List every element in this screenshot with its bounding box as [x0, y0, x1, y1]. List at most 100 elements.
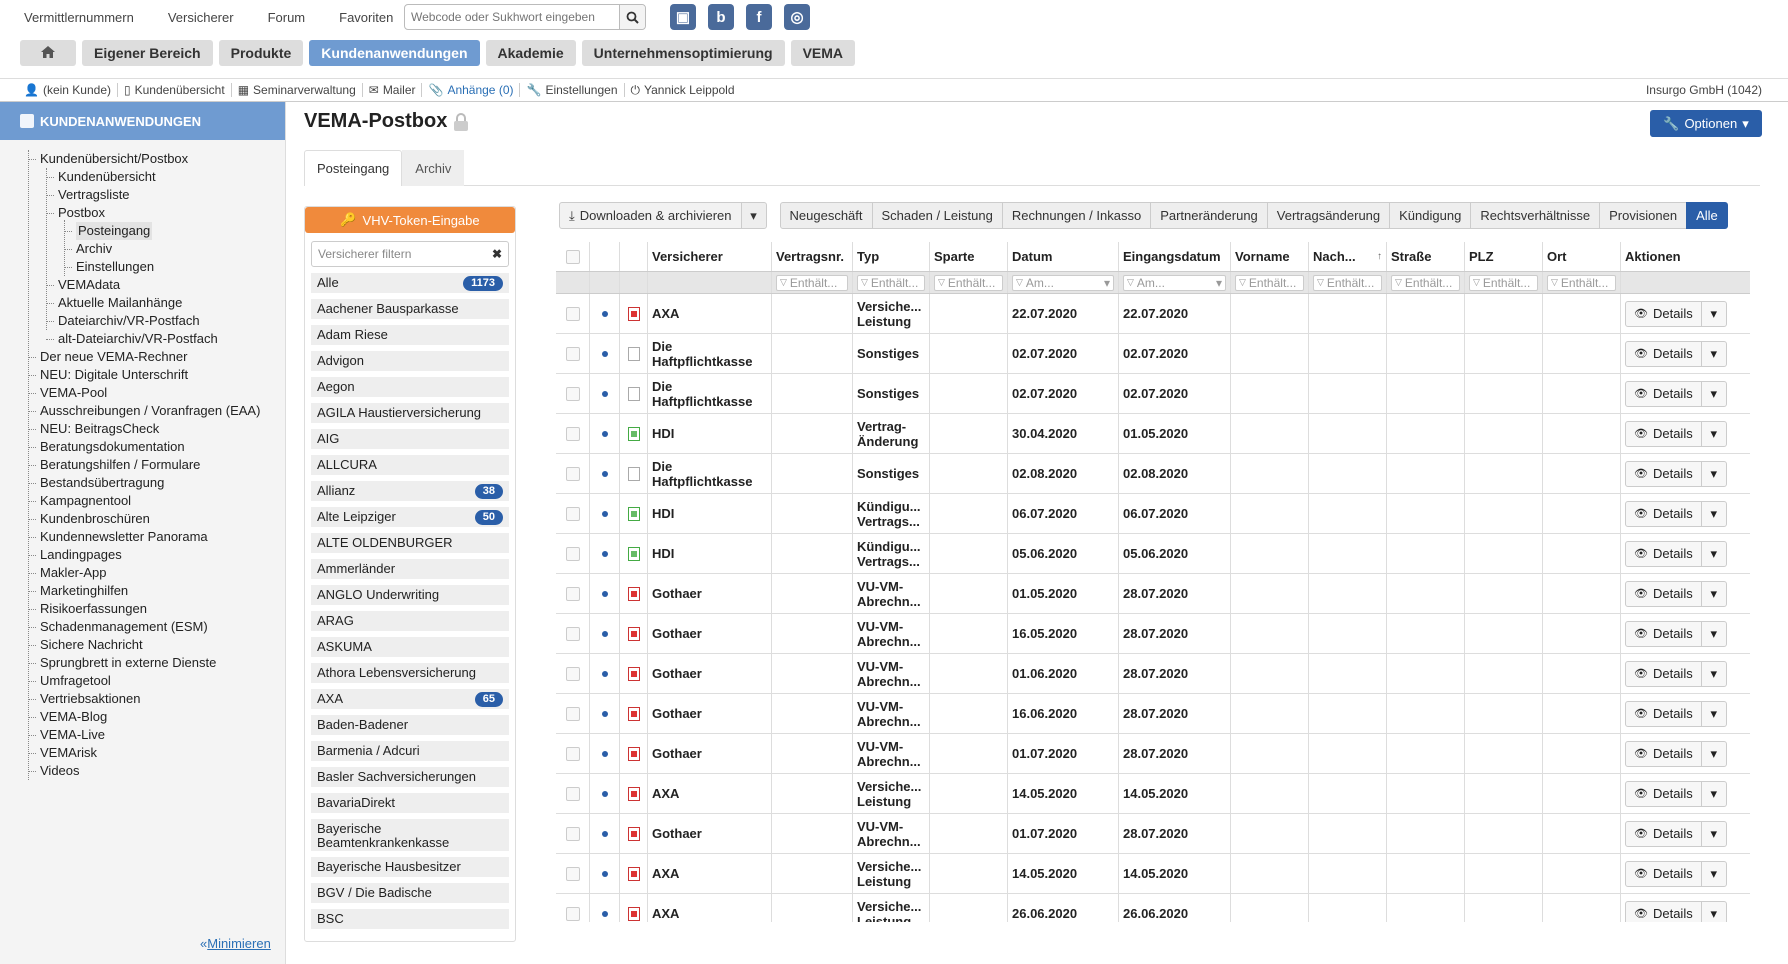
- insurer-filter-item[interactable]: ALLCURA: [311, 455, 509, 477]
- column-filter-input[interactable]: ▽ Enthält...: [1313, 274, 1382, 291]
- facebook-icon[interactable]: f: [746, 4, 772, 30]
- insurer-filter-item[interactable]: Aachener Bausparkasse: [311, 299, 509, 321]
- insurer-filter-item[interactable]: Aegon: [311, 377, 509, 399]
- sidebar-tree-item[interactable]: Kundenübersicht/Postbox: [28, 150, 285, 168]
- insurer-filter-item[interactable]: AGILA Haustierversicherung: [311, 403, 509, 425]
- insurer-filter-item[interactable]: BSC: [311, 909, 509, 931]
- header-vertragsnr[interactable]: Vertragsnr.: [772, 242, 853, 271]
- column-filter-input[interactable]: ▽ Enthält...: [776, 274, 848, 291]
- header-sparte[interactable]: Sparte: [930, 242, 1008, 271]
- sidebar-tree-item[interactable]: Sichere Nachricht: [28, 636, 285, 654]
- category-filter-button[interactable]: Neugeschäft: [779, 202, 873, 229]
- table-row[interactable]: AXA Versiche... Leistung 22.07.2020 22.07.2…: [556, 294, 1750, 334]
- details-dropdown-button[interactable]: ▾: [1702, 306, 1726, 322]
- table-row[interactable]: Gothaer VU-VM-Abrechn... 16.05.2020 28.07.2…: [556, 614, 1750, 654]
- table-row[interactable]: HDI Kündigu... Vertrags... 05.06.2020 05.06…: [556, 534, 1750, 574]
- details-button[interactable]: 👁 Details: [1626, 541, 1702, 566]
- insurer-filter-item[interactable]: Basler Sachversicherungen: [311, 767, 509, 789]
- subnav-seminars[interactable]: ▦ Seminarverwaltung: [232, 83, 363, 97]
- sidebar-tree-item[interactable]: Postbox: [28, 204, 285, 222]
- sidebar-tree-item[interactable]: Makler-App: [28, 564, 285, 582]
- row-checkbox[interactable]: [565, 706, 580, 721]
- category-filter-button[interactable]: Rechtsverhältnisse: [1470, 202, 1601, 229]
- table-row[interactable]: AXA Versiche... Leistung 26.06.2020 26.06.2…: [556, 894, 1750, 922]
- details-dropdown-button[interactable]: ▾: [1702, 706, 1726, 722]
- details-dropdown-button[interactable]: ▾: [1702, 866, 1726, 882]
- header-ort[interactable]: Ort: [1543, 242, 1621, 271]
- row-checkbox[interactable]: [565, 626, 580, 641]
- details-dropdown-button[interactable]: ▾: [1702, 906, 1726, 922]
- insurer-filter-input[interactable]: Versicherer filtern ✖: [311, 241, 509, 267]
- sidebar-tree-item[interactable]: Beratungshilfen / Formulare: [28, 456, 285, 474]
- details-button[interactable]: 👁 Details: [1626, 861, 1702, 886]
- sidebar-tree-item[interactable]: VEMA-Blog: [28, 708, 285, 726]
- sidebar-tree-item[interactable]: VEMA-Pool: [28, 384, 285, 402]
- insurer-filter-item[interactable]: Adam Riese: [311, 325, 509, 347]
- insurer-filter-item[interactable]: AXA 65: [311, 689, 509, 711]
- header-plz[interactable]: PLZ: [1465, 242, 1543, 271]
- table-row[interactable]: AXA Versiche... Leistung 14.05.2020 14.05.2…: [556, 774, 1750, 814]
- insurer-filter-item[interactable]: Athora Lebensversicherung: [311, 663, 509, 685]
- tab-posteingang[interactable]: Posteingang: [304, 150, 403, 186]
- table-row[interactable]: HDI Kündigu... Vertrags... 06.07.2020 06.07…: [556, 494, 1750, 534]
- row-checkbox[interactable]: [565, 306, 580, 321]
- select-all-checkbox[interactable]: [565, 249, 580, 264]
- row-checkbox[interactable]: [565, 786, 580, 801]
- sidebar-tree-item[interactable]: Ausschreibungen / Voranfragen (EAA): [28, 402, 285, 420]
- nav-vema[interactable]: VEMA: [790, 40, 856, 66]
- insurer-filter-item[interactable]: ARAG: [311, 611, 509, 633]
- nav-akademie[interactable]: Akademie: [485, 40, 576, 66]
- insurer-filter-item[interactable]: Barmenia / Adcuri: [311, 741, 509, 763]
- sidebar-tree-item[interactable]: Marketinghilfen: [28, 582, 285, 600]
- details-button[interactable]: 👁 Details: [1626, 661, 1702, 686]
- category-filter-button[interactable]: Provisionen: [1599, 202, 1688, 229]
- table-row[interactable]: HDI Vertrag-Änderung 30.04.2020 01.05.2020 👁…: [556, 414, 1750, 454]
- insurer-filter-item[interactable]: Advigon: [311, 351, 509, 373]
- table-row[interactable]: Gothaer VU-VM-Abrechn... 01.06.2020 28.07.2…: [556, 654, 1750, 694]
- sidebar-tree-item[interactable]: Posteingang: [28, 222, 285, 240]
- download-dropdown-button[interactable]: ▾: [740, 202, 767, 229]
- insurer-filter-item[interactable]: Allianz 38: [311, 481, 509, 503]
- table-row[interactable]: Gothaer VU-VM-Abrechn... 16.06.2020 28.07.2…: [556, 694, 1750, 734]
- row-checkbox[interactable]: [565, 466, 580, 481]
- top-link-vermittlernummern[interactable]: Vermittlernummern: [16, 8, 142, 28]
- details-dropdown-button[interactable]: ▾: [1702, 466, 1726, 482]
- insurer-filter-item[interactable]: Bayerische Beamtenkrankenkasse: [311, 819, 509, 853]
- row-checkbox[interactable]: [565, 506, 580, 521]
- nav-eigener-bereich[interactable]: Eigener Bereich: [82, 40, 213, 66]
- caret-down-icon[interactable]: ▾: [1104, 276, 1110, 290]
- column-filter-input[interactable]: ▽ Enthält...: [857, 274, 925, 291]
- sidebar-tree-item[interactable]: Einstellungen: [28, 258, 285, 276]
- header-versicherer[interactable]: Versicherer: [648, 242, 772, 271]
- details-button[interactable]: 👁 Details: [1626, 621, 1702, 646]
- table-row[interactable]: Die Haftpflichtkasse Sonstiges 02.07.2020 0…: [556, 374, 1750, 414]
- details-dropdown-button[interactable]: ▾: [1702, 546, 1726, 562]
- column-filter-input[interactable]: ▽ Am... ▾: [1012, 274, 1114, 291]
- sidebar-tree-item[interactable]: Archiv: [28, 240, 285, 258]
- top-link-versicherer[interactable]: Versicherer: [160, 8, 242, 28]
- header-nachname[interactable]: Nach... ↑: [1309, 242, 1387, 271]
- details-button[interactable]: 👁 Details: [1626, 741, 1702, 766]
- column-filter-input[interactable]: ▽ Enthält...: [1469, 274, 1538, 291]
- table-row[interactable]: Die Haftpflichtkasse Sonstiges 02.07.2020 0…: [556, 334, 1750, 374]
- top-link-forum[interactable]: Forum: [260, 8, 314, 28]
- insurer-filter-item[interactable]: Ammerländer: [311, 559, 509, 581]
- details-button[interactable]: 👁 Details: [1626, 901, 1702, 922]
- sidebar-tree-item[interactable]: Risikoerfassungen: [28, 600, 285, 618]
- sidebar-tree-item[interactable]: Schadenmanagement (ESM): [28, 618, 285, 636]
- row-checkbox[interactable]: [565, 826, 580, 841]
- nav-kundenanwendungen[interactable]: Kundenanwendungen: [309, 40, 480, 66]
- sidebar-tree-item[interactable]: Sprungbrett in externe Dienste: [28, 654, 285, 672]
- sidebar-tree-item[interactable]: Aktuelle Mailanhänge: [28, 294, 285, 312]
- insurer-filter-item[interactable]: Bayerische Hausbesitzer: [311, 857, 509, 879]
- sidebar-tree-item[interactable]: Kundenbroschüren: [28, 510, 285, 528]
- details-button[interactable]: 👁 Details: [1626, 461, 1702, 486]
- postbox-icon[interactable]: ▣: [670, 4, 696, 30]
- row-checkbox[interactable]: [565, 866, 580, 881]
- column-filter-input[interactable]: ▽ Enthält...: [1235, 274, 1304, 291]
- instagram-icon[interactable]: ◎: [784, 4, 810, 30]
- sidebar-tree-item[interactable]: Dateiarchiv/VR-Postfach: [28, 312, 285, 330]
- details-button[interactable]: 👁 Details: [1626, 821, 1702, 846]
- search-input[interactable]: [405, 5, 619, 29]
- sidebar-tree-item[interactable]: Kampagnentool: [28, 492, 285, 510]
